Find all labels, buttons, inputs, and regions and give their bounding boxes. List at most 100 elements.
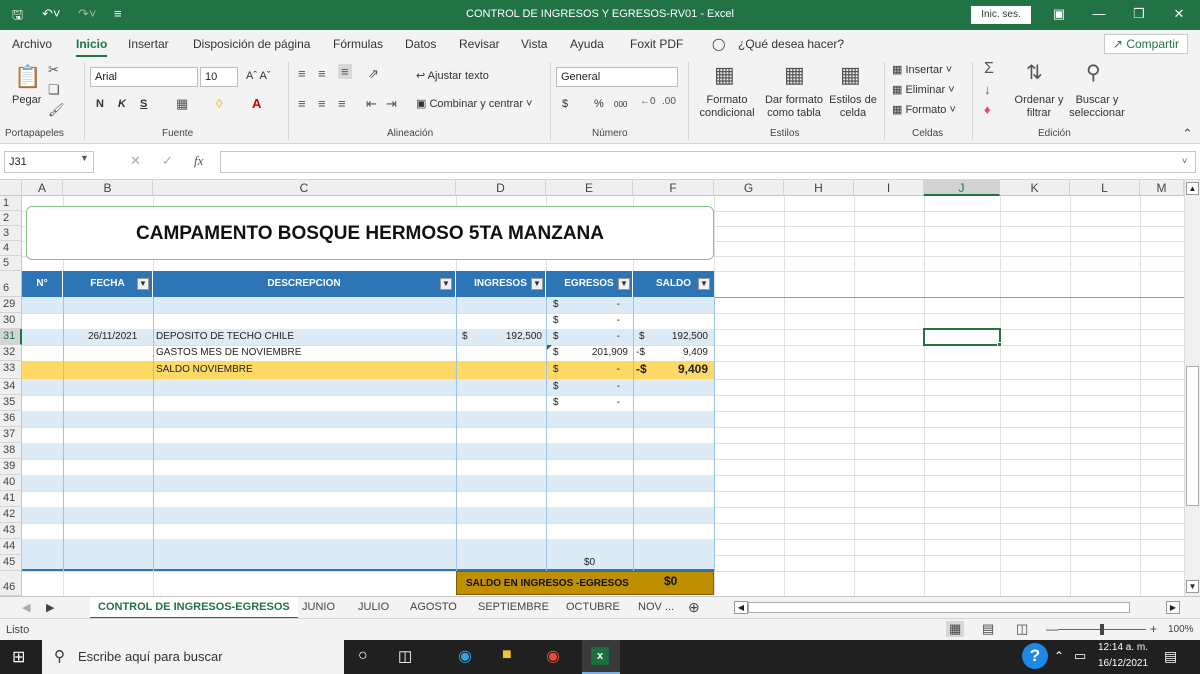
formula-input[interactable]: [220, 151, 1196, 173]
tab-vista[interactable]: Vista: [521, 37, 547, 51]
restore-icon[interactable]: ❐: [1124, 6, 1154, 22]
page-layout-icon[interactable]: ▤: [982, 621, 994, 637]
filter-dropdown-icon[interactable]: ▼: [698, 278, 710, 290]
align-top-icon[interactable]: ≡: [298, 66, 306, 81]
sign-in-button[interactable]: Inic. ses.: [971, 6, 1031, 24]
cortana-icon[interactable]: ○: [358, 647, 368, 665]
row-header[interactable]: 34: [0, 379, 22, 395]
egresos-value[interactable]: -: [600, 395, 620, 410]
align-center-icon[interactable]: ≡: [318, 96, 326, 111]
row-header[interactable]: 2: [0, 211, 22, 226]
sort-filter-icon[interactable]: ⇅: [1026, 60, 1043, 85]
underline-button[interactable]: S: [140, 98, 147, 111]
autosum-icon[interactable]: Σ: [984, 60, 994, 78]
row-header[interactable]: 40: [0, 475, 22, 491]
ingresos-symbol[interactable]: $: [462, 329, 468, 344]
scroll-right-icon[interactable]: ▶: [1166, 601, 1180, 614]
cell-styles-icon[interactable]: ▦: [840, 62, 861, 88]
tab-inicio[interactable]: Inicio: [76, 37, 108, 57]
row-header[interactable]: 6: [0, 271, 22, 297]
name-box-dropdown-icon[interactable]: ▼: [80, 153, 89, 163]
merge-center-button[interactable]: ▣ Combinar y centrar ˅: [416, 98, 532, 111]
fill-icon[interactable]: ↓: [984, 82, 991, 97]
error-indicator-icon[interactable]: [547, 345, 552, 350]
egresos-value[interactable]: -: [600, 313, 620, 328]
zoom-level[interactable]: 100%: [1168, 624, 1194, 635]
ingresos-value[interactable]: 192,500: [490, 329, 542, 344]
chrome-icon[interactable]: ◉: [546, 646, 560, 666]
column-header[interactable]: A: [22, 180, 63, 196]
collapse-ribbon-icon[interactable]: ⌃: [1182, 126, 1193, 142]
sheet-tab-active[interactable]: CONTROL DE INGRESOS-EGRESOS: [90, 597, 298, 619]
row-header[interactable]: 35: [0, 395, 22, 411]
help-icon[interactable]: ?: [1022, 643, 1048, 669]
tab-insertar[interactable]: Insertar: [128, 37, 169, 51]
egresos-symbol[interactable]: $: [553, 297, 559, 312]
bold-button[interactable]: N: [96, 98, 104, 111]
font-color-icon[interactable]: A: [252, 96, 261, 111]
column-header[interactable]: B: [63, 180, 153, 196]
selected-cell[interactable]: [923, 328, 1001, 346]
row-header[interactable]: 41: [0, 491, 22, 507]
egresos-symbol[interactable]: $: [553, 313, 559, 328]
align-left-icon[interactable]: ≡: [298, 96, 306, 111]
insert-cells-button[interactable]: ▦ Insertar ˅: [892, 64, 952, 77]
tab-foxit[interactable]: Foxit PDF: [630, 37, 683, 51]
borders-icon[interactable]: ▦: [176, 96, 188, 112]
egresos-total[interactable]: $0: [584, 555, 595, 570]
scroll-thumb[interactable]: [1186, 366, 1199, 506]
add-sheet-icon[interactable]: ⊕: [688, 599, 700, 616]
decrease-indent-icon[interactable]: ⇤: [366, 96, 377, 112]
row-header[interactable]: 36: [0, 411, 22, 427]
conditional-format-icon[interactable]: ▦: [714, 62, 735, 88]
align-right-icon[interactable]: ≡: [338, 96, 346, 111]
row-header[interactable]: 4: [0, 241, 22, 256]
sheet-tab[interactable]: JUNIO: [302, 601, 335, 613]
egresos-symbol[interactable]: $: [553, 345, 559, 360]
increase-decimal-icon[interactable]: ←0: [640, 96, 656, 107]
filter-dropdown-icon[interactable]: ▼: [440, 278, 452, 290]
fill-color-icon[interactable]: ◊: [216, 96, 222, 111]
cancel-formula-icon[interactable]: ✕: [130, 153, 141, 169]
conditional-format-button[interactable]: Formato condicional: [694, 94, 760, 120]
sheet-tab[interactable]: OCTUBRE: [566, 601, 620, 613]
row-header[interactable]: 3: [0, 226, 22, 241]
worksheet-grid[interactable]: A B C D E F G H I J K L M 1 2 3 4 5 6 29…: [0, 180, 1184, 596]
select-all-corner[interactable]: [0, 180, 22, 196]
format-cells-button[interactable]: ▦ Formato ˅: [892, 104, 956, 117]
egresos-value[interactable]: -: [600, 379, 620, 394]
saldo-value[interactable]: 9,409: [660, 345, 708, 360]
clock-date[interactable]: 16/12/2021: [1098, 658, 1148, 669]
column-header[interactable]: L: [1070, 180, 1140, 196]
saldo-value[interactable]: 9,409: [660, 362, 708, 377]
font-name-select[interactable]: Arial: [90, 67, 198, 87]
row-header[interactable]: 43: [0, 523, 22, 539]
paste-label[interactable]: Pegar: [12, 94, 41, 107]
vertical-scrollbar[interactable]: ▲ ▼: [1184, 180, 1200, 596]
column-header[interactable]: D: [456, 180, 546, 196]
saldo-symbol[interactable]: -$: [636, 345, 645, 360]
format-painter-icon[interactable]: 🖌: [48, 102, 65, 118]
italic-button[interactable]: K: [118, 98, 126, 111]
zoom-slider-thumb[interactable]: [1100, 624, 1104, 635]
tab-ayuda[interactable]: Ayuda: [570, 37, 604, 51]
filter-dropdown-icon[interactable]: ▼: [531, 278, 543, 290]
filter-dropdown-icon[interactable]: ▼: [137, 278, 149, 290]
saldo-symbol[interactable]: $: [639, 329, 645, 344]
row-header[interactable]: 45: [0, 555, 22, 571]
tab-revisar[interactable]: Revisar: [459, 37, 500, 51]
sheet-tab[interactable]: AGOSTO: [410, 601, 457, 613]
egresos-value[interactable]: 201,909: [580, 345, 628, 360]
prev-sheet-icon[interactable]: ◀: [22, 601, 30, 614]
egresos-symbol[interactable]: $: [553, 329, 559, 344]
clock-time[interactable]: 12:14 a. m.: [1098, 642, 1148, 653]
row-header-selected[interactable]: 31: [0, 329, 22, 345]
column-header-selected[interactable]: J: [924, 180, 1000, 196]
font-size-select[interactable]: 10: [200, 67, 238, 87]
orientation-icon[interactable]: ⇗: [368, 66, 379, 82]
tell-me-input[interactable]: ¿Qué desea hacer?: [738, 37, 844, 51]
zoom-in-icon[interactable]: +: [1150, 622, 1157, 636]
enter-formula-icon[interactable]: ✓: [162, 153, 173, 169]
column-header[interactable]: M: [1140, 180, 1184, 196]
wrap-text-button[interactable]: ↩ Ajustar texto: [416, 70, 489, 83]
